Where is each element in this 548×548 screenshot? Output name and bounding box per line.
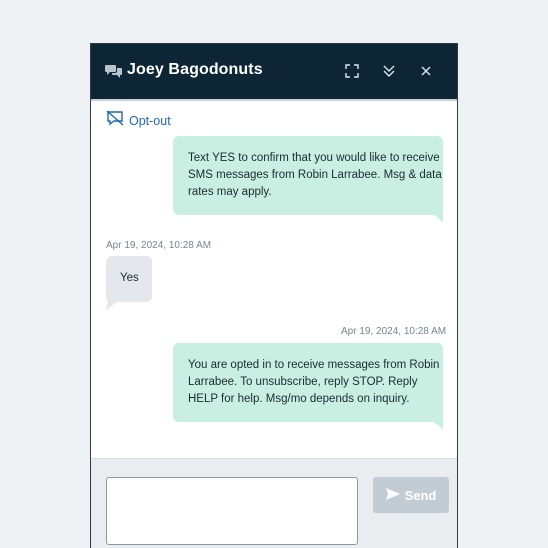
outgoing-bubble-tail	[427, 417, 443, 429]
message-list: Text YES to confirm that you would like …	[91, 136, 457, 458]
incoming-message: Yes	[106, 256, 152, 302]
opt-out-icon	[106, 110, 124, 131]
outgoing-bubble-tail	[427, 210, 443, 222]
send-label: Send	[404, 487, 437, 503]
send-button[interactable]: Send	[373, 477, 449, 513]
message-composer: Send	[91, 458, 457, 548]
collapse-chevrons-icon[interactable]	[380, 62, 398, 80]
chat-panel: Joey Bagodonuts Opt-out Text YES to conf…	[91, 44, 457, 548]
chat-header: Joey Bagodonuts	[91, 44, 457, 99]
contact-name: Joey Bagodonuts	[127, 61, 263, 78]
expand-icon[interactable]	[343, 62, 361, 80]
close-icon[interactable]	[417, 62, 435, 80]
message-input[interactable]	[106, 477, 358, 545]
send-icon	[385, 487, 405, 503]
outgoing-message: Text YES to confirm that you would like …	[173, 136, 443, 215]
message-timestamp: Apr 19, 2024, 10:28 AM	[341, 326, 447, 337]
opt-out-label: Opt-out	[129, 113, 171, 128]
message-timestamp: Apr 19, 2024, 10:28 AM	[106, 240, 212, 251]
chat-bubbles-icon	[105, 64, 122, 78]
outgoing-message: You are opted in to receive messages fro…	[173, 343, 443, 422]
incoming-bubble-tail	[106, 298, 122, 310]
chat-toolbar: Opt-out	[91, 99, 457, 138]
opt-out-button[interactable]: Opt-out	[106, 110, 171, 131]
